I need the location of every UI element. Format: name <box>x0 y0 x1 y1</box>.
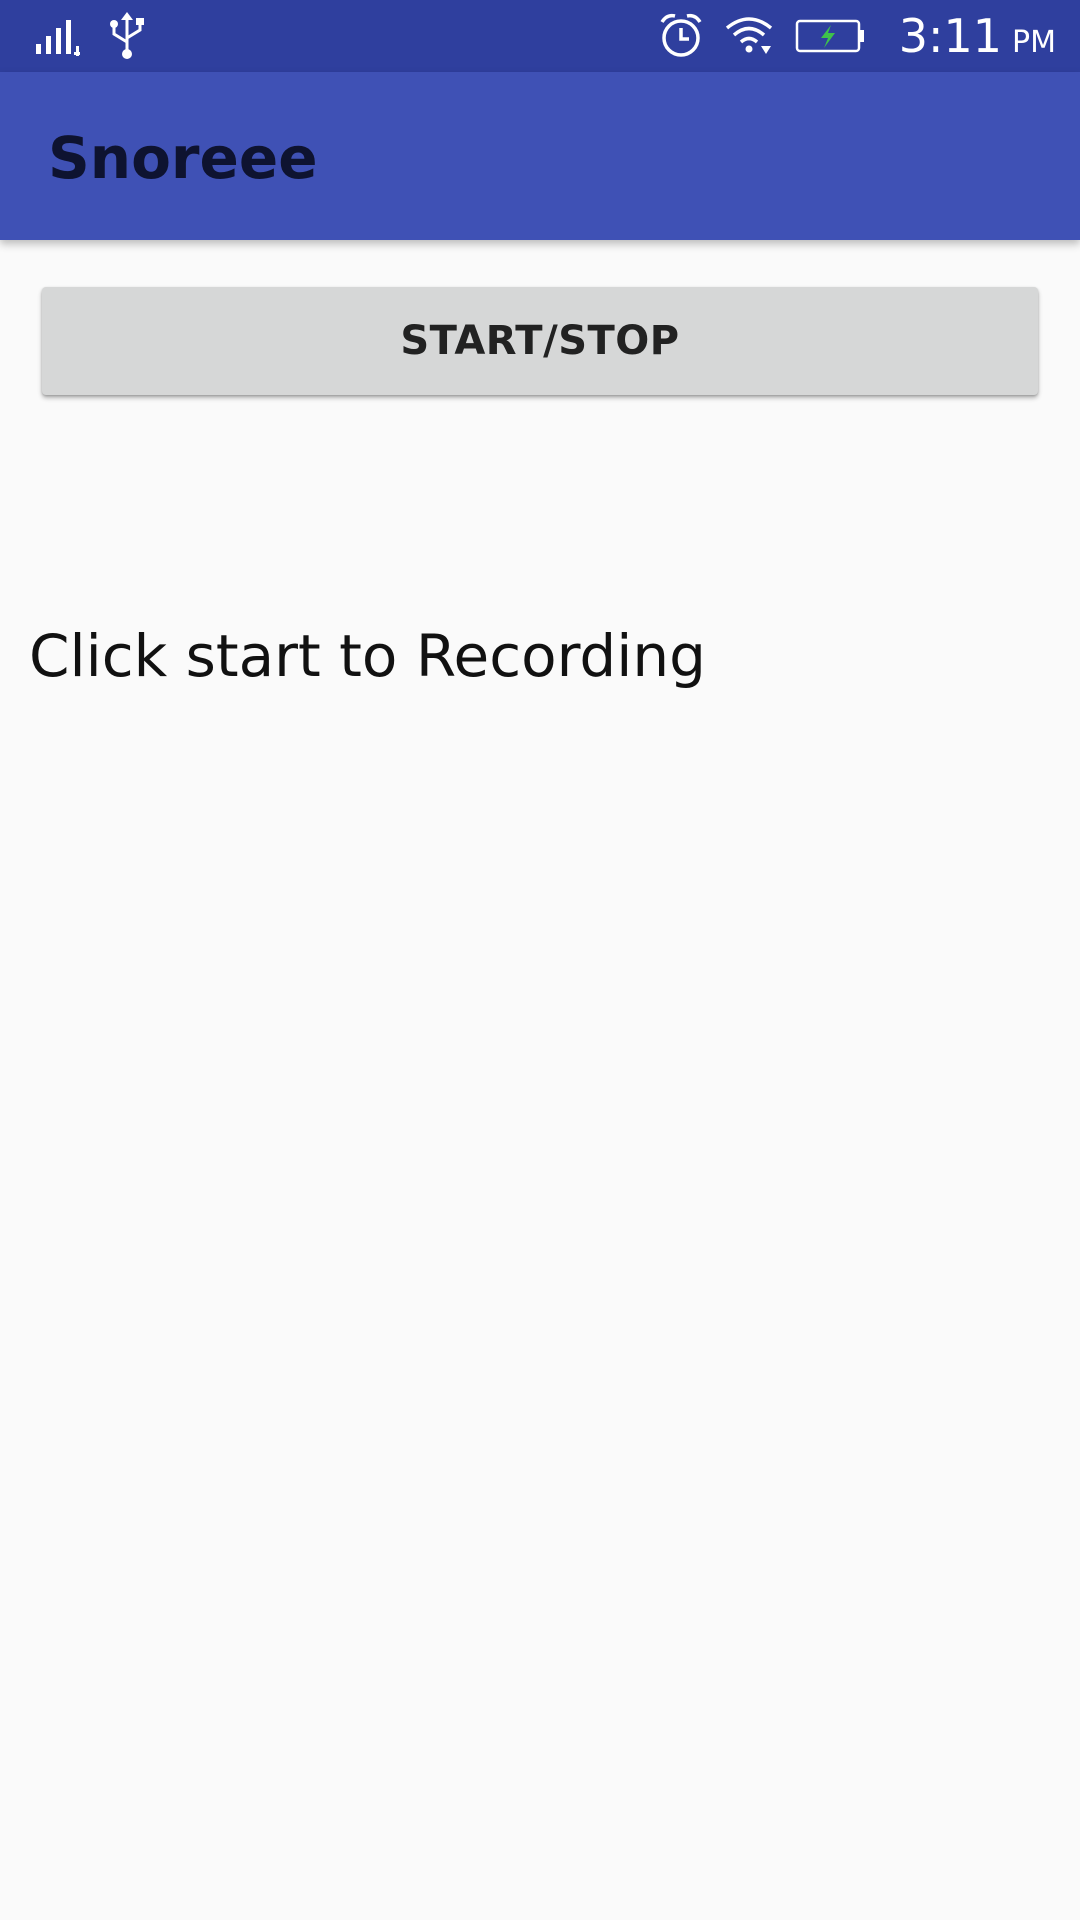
recording-status-text: Click start to Recording <box>29 622 706 690</box>
status-bar-left <box>34 12 146 60</box>
start-stop-button[interactable]: START/STOP <box>42 287 1038 395</box>
status-bar: 3:11 PM <box>0 0 1080 72</box>
wifi-icon <box>725 16 773 56</box>
battery-charging-icon <box>795 18 865 54</box>
app-bar: Snoreee <box>0 72 1080 240</box>
status-bar-right: 3:11 PM <box>659 8 1056 64</box>
clock-ampm: PM <box>1012 25 1056 60</box>
alarm-icon <box>659 12 703 60</box>
clock-time: 3:11 <box>898 9 1003 63</box>
status-clock: 3:11 PM <box>899 9 1056 63</box>
app-title: Snoreee <box>48 124 318 192</box>
signal-icon <box>34 16 84 56</box>
usb-icon <box>108 12 146 60</box>
